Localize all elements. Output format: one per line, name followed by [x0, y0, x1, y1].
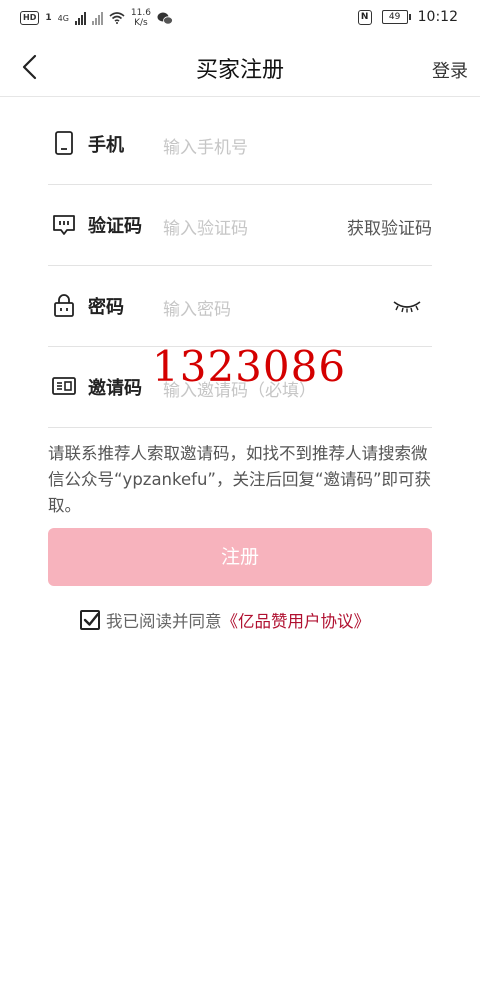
sim-indicator: 1 [45, 13, 52, 23]
signal-2-icon [91, 11, 103, 25]
status-right: N 49 10:12 [357, 9, 458, 25]
get-code-button[interactable]: 获取验证码 [347, 214, 432, 239]
header: 买家注册 登录 [0, 38, 480, 97]
invite-card-icon [52, 377, 76, 395]
verification-code-row: 验证码 输入验证码 获取验证码 [48, 184, 432, 266]
wifi-icon [109, 12, 125, 24]
phone-icon [55, 131, 73, 155]
wechat-icon [157, 12, 173, 25]
lock-icon [54, 294, 74, 317]
battery-icon: 49 [381, 10, 411, 24]
page-title: 买家注册 [195, 58, 284, 83]
phone-row: 手机 输入手机号 [48, 103, 432, 185]
nfc-icon: N [357, 9, 372, 25]
code-label: 验证码 [88, 216, 142, 237]
phone-input[interactable]: 输入手机号 [163, 133, 248, 158]
login-link[interactable]: 登录 [432, 57, 468, 83]
register-button[interactable]: 注册 [48, 528, 432, 586]
agreement-text: 我已阅读并同意 [106, 612, 222, 631]
network-type: 4G [57, 13, 69, 23]
agreement-row: 我已阅读并同意 《亿品赞用户协议》 [80, 608, 370, 632]
hd-badge: HD [20, 11, 40, 25]
invite-label: 邀请码 [88, 378, 142, 399]
status-left: HD 1 4G 11.6 K/s [20, 8, 173, 28]
user-agreement-link[interactable]: 《亿品赞用户协议》 [222, 608, 371, 632]
status-time: 10:12 [417, 9, 458, 25]
watermark-number: 1323086 [152, 342, 347, 391]
checkmark-icon [83, 612, 100, 626]
eye-closed-icon[interactable] [392, 299, 422, 313]
password-row: 密码 输入密码 [48, 265, 432, 347]
password-label: 密码 [88, 297, 124, 318]
code-input[interactable]: 输入验证码 [163, 214, 248, 239]
agreement-checkbox[interactable] [80, 610, 100, 630]
phone-label: 手机 [88, 135, 124, 156]
password-input[interactable]: 输入密码 [163, 295, 231, 320]
speed-unit: K/s [134, 18, 148, 28]
invite-hint-text: 请联系推荐人索取邀请码，如找不到推荐人请搜索微信公众号“ypzankefu”，关… [48, 444, 432, 515]
status-bar: HD 1 4G 11.6 K/s N 49 10:12 [0, 0, 480, 38]
signal-icon [74, 11, 86, 25]
network-speed: 11.6 K/s [131, 8, 151, 28]
speed-value: 11.6 [130, 8, 151, 18]
message-icon [53, 215, 75, 235]
